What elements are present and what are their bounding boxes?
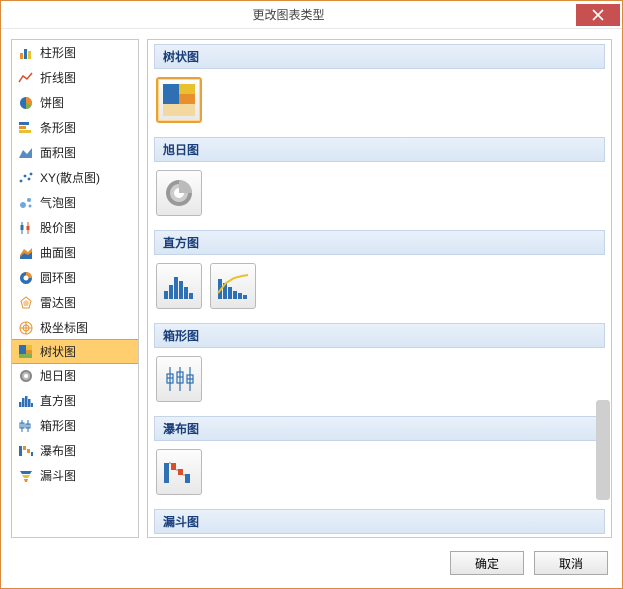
sidebar-item-line[interactable]: 折线图 [12,65,138,90]
area-chart-icon [18,145,34,161]
dialog-body: 柱形图 折线图 饼图 条形图 面积图 XY(散点图) [1,29,622,548]
close-icon [590,7,606,23]
sidebar-item-area[interactable]: 面积图 [12,140,138,165]
sidebar-item-treemap[interactable]: 树状图 [11,339,139,364]
sidebar-item-label: XY(散点图) [40,169,100,186]
sidebar-item-label: 饼图 [40,94,64,111]
sidebar-item-label: 极坐标图 [40,319,88,336]
group-thumbs-histogram [148,259,611,319]
stock-chart-icon [18,220,34,236]
group-thumbs-box [148,352,611,412]
sidebar-item-histogram[interactable]: 直方图 [12,388,138,413]
sidebar-item-label: 箱形图 [40,417,76,434]
bar-chart-icon [18,45,34,61]
group-header-waterfall: 瀑布图 [154,416,605,441]
waterfall-thumb-icon [162,457,196,487]
sunburst-chart-icon [18,368,34,384]
sidebar-item-label: 折线图 [40,69,76,86]
chart-thumb-histogram-2[interactable] [210,263,256,309]
sidebar-item-label: 气泡图 [40,194,76,211]
titlebar: 更改图表类型 [1,1,622,29]
treemap-thumb-icon [162,83,196,117]
group-thumbs-sunburst [148,166,611,226]
sidebar-item-label: 漏斗图 [40,467,76,484]
sidebar-item-doughnut[interactable]: 圆环图 [12,265,138,290]
group-header-funnel: 漏斗图 [154,509,605,534]
sidebar-item-hbar[interactable]: 条形图 [12,115,138,140]
sidebar-item-label: 面积图 [40,144,76,161]
change-chart-type-dialog: 更改图表类型 柱形图 折线图 饼图 条形图 [0,0,623,589]
chart-gallery-scroll[interactable]: 树状图 旭日图 直方图 [148,40,611,537]
doughnut-chart-icon [18,270,34,286]
sidebar-item-label: 曲面图 [40,244,76,261]
bubble-chart-icon [18,195,34,211]
polar-chart-icon [18,320,34,336]
sidebar-item-waterfall[interactable]: 瀑布图 [12,438,138,463]
dialog-footer: 确定 取消 [1,548,622,588]
sidebar-item-bubble[interactable]: 气泡图 [12,190,138,215]
sidebar-item-label: 雷达图 [40,294,76,311]
box-chart-icon [18,418,34,434]
hbar-chart-icon [18,120,34,136]
close-button[interactable] [576,4,620,26]
group-header-treemap: 树状图 [154,44,605,69]
group-header-box: 箱形图 [154,323,605,348]
sidebar-item-label: 圆环图 [40,269,76,286]
chart-gallery: 树状图 旭日图 直方图 [147,39,612,538]
chart-type-sidebar: 柱形图 折线图 饼图 条形图 面积图 XY(散点图) [11,39,139,538]
sidebar-item-label: 旭日图 [40,367,76,384]
pareto-thumb-icon [216,271,250,301]
surface-chart-icon [18,245,34,261]
sidebar-item-label: 树状图 [40,343,76,360]
cancel-button[interactable]: 取消 [534,551,608,575]
chart-thumb-treemap-1[interactable] [156,77,202,123]
box-thumb-icon [162,364,196,394]
sidebar-item-label: 柱形图 [40,44,76,61]
histogram-chart-icon [18,393,34,409]
sidebar-item-box[interactable]: 箱形图 [12,413,138,438]
histogram-thumb-icon [162,271,196,301]
funnel-chart-icon [18,468,34,484]
sidebar-item-stock[interactable]: 股价图 [12,215,138,240]
sidebar-item-label: 股价图 [40,219,76,236]
chart-thumb-histogram-1[interactable] [156,263,202,309]
treemap-chart-icon [18,344,34,360]
group-thumbs-waterfall [148,445,611,505]
sidebar-item-sunburst[interactable]: 旭日图 [12,363,138,388]
chart-thumb-box-1[interactable] [156,356,202,402]
sidebar-item-surface[interactable]: 曲面图 [12,240,138,265]
pie-chart-icon [18,95,34,111]
sidebar-item-radar[interactable]: 雷达图 [12,290,138,315]
ok-button[interactable]: 确定 [450,551,524,575]
sidebar-item-label: 条形图 [40,119,76,136]
sidebar-item-polar[interactable]: 极坐标图 [12,315,138,340]
sidebar-item-label: 直方图 [40,392,76,409]
chart-thumb-waterfall-1[interactable] [156,449,202,495]
waterfall-chart-icon [18,443,34,459]
scatter-chart-icon [18,170,34,186]
group-header-histogram: 直方图 [154,230,605,255]
chart-thumb-sunburst-1[interactable] [156,170,202,216]
sidebar-item-bar[interactable]: 柱形图 [12,40,138,65]
line-chart-icon [18,70,34,86]
group-thumbs-treemap [148,73,611,133]
sidebar-item-pie[interactable]: 饼图 [12,90,138,115]
group-header-sunburst: 旭日图 [154,137,605,162]
sidebar-item-label: 瀑布图 [40,442,76,459]
sunburst-thumb-icon [163,177,195,209]
dialog-title: 更改图表类型 [1,6,576,23]
radar-chart-icon [18,295,34,311]
sidebar-item-funnel[interactable]: 漏斗图 [12,463,138,488]
sidebar-item-xy[interactable]: XY(散点图) [12,165,138,190]
